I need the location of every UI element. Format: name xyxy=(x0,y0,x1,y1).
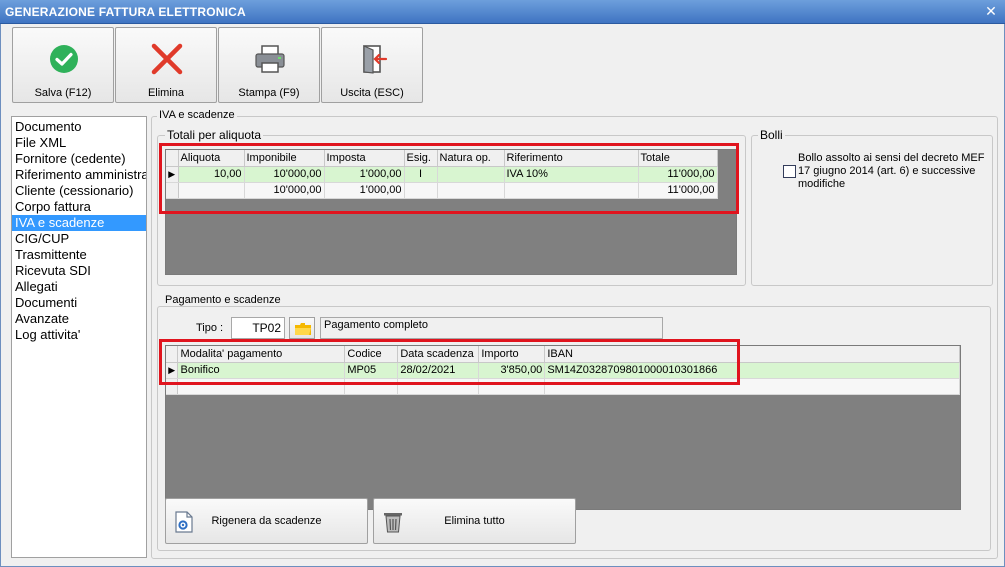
print-button-label: Stampa (F9) xyxy=(238,87,300,99)
totals-group-title: Totali per aliquota xyxy=(165,128,264,142)
table-cell[interactable]: SM14Z0328709801000010301866 xyxy=(544,362,960,379)
table-cell[interactable]: 10,00 xyxy=(178,166,245,183)
table-cell[interactable]: 10'000,00 xyxy=(244,166,325,183)
row-pointer-icon: ▶ xyxy=(166,362,179,379)
bolli-group-title: Bolli xyxy=(758,128,785,142)
sidebar-item-iva-scadenze[interactable]: IVA e scadenze xyxy=(12,215,146,231)
delete-button[interactable]: Elimina xyxy=(115,27,217,103)
sidebar-item-ricevuta-sdi[interactable]: Ricevuta SDI xyxy=(12,263,146,279)
sidebar-item-trasmittente[interactable]: Trasmittente xyxy=(12,247,146,263)
col-imponibile[interactable]: Imponibile xyxy=(244,150,325,167)
exit-button-label: Uscita (ESC) xyxy=(340,87,404,99)
bollo-checkbox[interactable] xyxy=(783,165,796,178)
col-modalita-pagamento[interactable]: Modalita' pagamento xyxy=(177,346,346,363)
col-iban[interactable]: IBAN xyxy=(544,346,960,363)
sidebar-item-log-attivita[interactable]: Log attivita' xyxy=(12,327,146,343)
table-cell[interactable]: Bonifico xyxy=(177,362,346,379)
payment-grid[interactable]: Modalita' pagamento Codice Data scadenza… xyxy=(165,345,961,510)
table-cell[interactable]: 3'850,00 xyxy=(478,362,546,379)
sidebar-item-fornitore[interactable]: Fornitore (cedente) xyxy=(12,151,146,167)
sidebar-item-file-xml[interactable]: File XML xyxy=(12,135,146,151)
tipo-input[interactable]: TP02 xyxy=(231,317,285,339)
printer-icon xyxy=(255,45,285,73)
sidebar-item-documenti[interactable]: Documenti xyxy=(12,295,146,311)
delete-all-button[interactable]: Elimina tutto xyxy=(373,498,576,544)
table-cell[interactable] xyxy=(437,182,505,199)
iva-scadenze-title: IVA e scadenze xyxy=(157,109,237,121)
sidebar-item-corpo-fattura[interactable]: Corpo fattura xyxy=(12,199,146,215)
payment-group-title: Pagamento e scadenze xyxy=(163,294,283,306)
table-row[interactable] xyxy=(166,378,960,395)
title-bar: GENERAZIONE FATTURA ELETTRONICA ✕ xyxy=(0,0,1005,24)
close-icon[interactable]: ✕ xyxy=(983,3,999,19)
col-imposta[interactable]: Imposta xyxy=(324,150,405,167)
table-cell[interactable]: I xyxy=(404,166,438,183)
tipo-label: Tipo : xyxy=(196,322,224,334)
table-cell[interactable]: IVA 10% xyxy=(504,166,639,183)
table-row[interactable]: ▶ Bonifico MP05 28/02/2021 3'850,00 SM14… xyxy=(166,362,960,379)
col-natura-op[interactable]: Natura op. xyxy=(437,150,505,167)
table-cell[interactable]: 1'000,00 xyxy=(324,166,405,183)
checkmark-icon xyxy=(50,45,78,73)
table-cell[interactable] xyxy=(178,182,245,199)
sidebar-item-riferimento-amministrativo[interactable]: Riferimento amministrativo xyxy=(12,167,146,183)
col-riferimento[interactable]: Riferimento xyxy=(504,150,639,167)
table-cell[interactable]: 11'000,00 xyxy=(638,182,718,199)
table-row[interactable]: ▶ 10,00 10'000,00 1'000,00 I IVA 10% 11'… xyxy=(166,166,718,183)
col-esig[interactable]: Esig. xyxy=(404,150,438,167)
col-data-scadenza[interactable]: Data scadenza xyxy=(397,346,480,363)
table-cell[interactable] xyxy=(437,166,505,183)
tipo-lookup-button[interactable] xyxy=(289,317,315,339)
save-button[interactable]: Salva (F12) xyxy=(12,27,114,103)
table-cell[interactable]: 10'000,00 xyxy=(244,182,325,199)
red-x-icon xyxy=(151,43,183,75)
save-button-label: Salva (F12) xyxy=(34,87,92,99)
sidebar-item-cliente[interactable]: Cliente (cessionario) xyxy=(12,183,146,199)
sidebar-item-cig-cup[interactable]: CIG/CUP xyxy=(12,231,146,247)
table-cell[interactable] xyxy=(404,182,438,199)
sidebar-item-avanzate[interactable]: Avanzate xyxy=(12,311,146,327)
table-row[interactable]: 10'000,00 1'000,00 11'000,00 xyxy=(166,182,718,199)
bollo-checkbox-label: Bollo assolto ai sensi del decreto MEF 1… xyxy=(798,152,985,190)
sidebar-item-allegati[interactable]: Allegati xyxy=(12,279,146,295)
col-aliquota[interactable]: Aliquota xyxy=(178,150,245,167)
window-title: GENERAZIONE FATTURA ELETTRONICA xyxy=(5,5,246,19)
regenerate-button[interactable]: Rigenera da scadenze xyxy=(165,498,368,544)
exit-door-icon xyxy=(363,45,388,74)
table-cell[interactable] xyxy=(504,182,639,199)
print-button[interactable]: Stampa (F9) xyxy=(218,27,320,103)
row-pointer-icon: ▶ xyxy=(166,166,179,183)
col-importo[interactable]: Importo xyxy=(478,346,546,363)
main-window: Salva (F12) Elimina Stampa (F9) Uscita (… xyxy=(0,24,1005,567)
delete-button-label: Elimina xyxy=(147,87,185,99)
table-cell[interactable]: MP05 xyxy=(344,362,399,379)
exit-button[interactable]: Uscita (ESC) xyxy=(321,27,423,103)
totals-grid[interactable]: Aliquota Imponibile Imposta Esig. Natura… xyxy=(165,149,737,275)
sidebar-item-documento[interactable]: Documento xyxy=(12,119,146,135)
col-codice[interactable]: Codice xyxy=(344,346,399,363)
table-cell[interactable]: 1'000,00 xyxy=(324,182,405,199)
table-cell[interactable]: 28/02/2021 xyxy=(397,362,480,379)
regenerate-button-label: Rigenera da scadenze xyxy=(211,515,322,527)
delete-all-button-label: Elimina tutto xyxy=(444,515,505,527)
table-cell[interactable]: 11'000,00 xyxy=(638,166,718,183)
folder-icon xyxy=(295,323,311,335)
tipo-description: Pagamento completo xyxy=(320,317,663,339)
col-totale[interactable]: Totale xyxy=(638,150,718,167)
sidebar-nav: Documento File XML Fornitore (cedente) R… xyxy=(11,116,147,558)
